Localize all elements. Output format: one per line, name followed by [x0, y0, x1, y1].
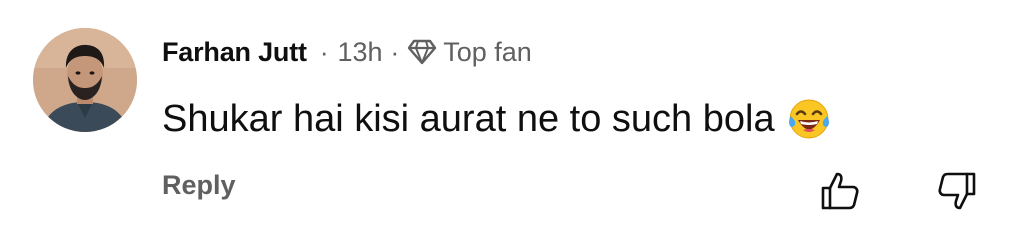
comment-header: Farhan Jutt · 13h · Top fan — [162, 30, 532, 74]
diamond-icon — [407, 39, 437, 65]
separator: · — [390, 36, 400, 67]
thumbs-down-icon — [935, 169, 979, 218]
top-fan-badge: Top fan — [407, 37, 532, 68]
comment-text: Shukar hai kisi aurat ne to such bola — [162, 98, 775, 140]
comment-text-row: Shukar hai kisi aurat ne to such bola — [162, 94, 831, 144]
badge-label: Top fan — [443, 36, 532, 67]
avatar[interactable] — [33, 28, 137, 132]
avatar-image — [33, 28, 137, 132]
tears-of-joy-emoji-icon — [787, 97, 831, 141]
timestamp[interactable]: 13h — [337, 37, 382, 68]
dislike-button[interactable] — [933, 169, 981, 217]
like-button[interactable] — [816, 169, 864, 217]
comment: Farhan Jutt · 13h · Top fan Shukar hai k… — [0, 0, 1024, 243]
separator: · — [319, 36, 329, 67]
reply-button[interactable]: Reply — [162, 170, 236, 201]
author-name[interactable]: Farhan Jutt — [162, 37, 307, 68]
thumbs-up-icon — [818, 169, 862, 218]
